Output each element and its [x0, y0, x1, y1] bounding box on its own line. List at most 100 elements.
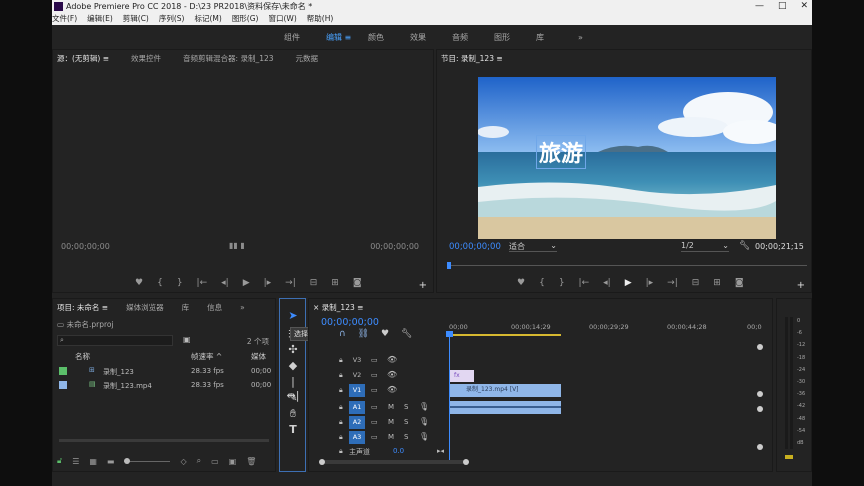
- find-icon[interactable]: ⌕: [197, 456, 201, 466]
- go-to-end-icon[interactable]: ▸◂: [437, 447, 444, 455]
- step-forward-icon[interactable]: |▸: [264, 278, 272, 288]
- mark-in-icon[interactable]: {: [157, 278, 163, 288]
- menu-window[interactable]: 窗口(W): [268, 13, 296, 25]
- add-marker-icon[interactable]: ♥: [381, 329, 389, 339]
- freeform-view-icon[interactable]: ▬: [107, 457, 115, 466]
- menu-marker[interactable]: 标记(M): [194, 13, 221, 25]
- workspace-audio[interactable]: 音频: [452, 32, 494, 43]
- mark-out-icon[interactable]: }: [177, 278, 183, 288]
- tab-effect-controls[interactable]: 效果控件: [131, 53, 161, 64]
- workspace-more-button[interactable]: »: [578, 33, 620, 42]
- export-frame-icon[interactable]: ◙: [353, 278, 362, 288]
- tab-info[interactable]: 信息: [207, 302, 222, 313]
- timeline-scrollbar[interactable]: [319, 459, 469, 465]
- col-name[interactable]: 名称: [75, 351, 90, 362]
- scroll-handle[interactable]: [463, 459, 469, 465]
- ripple-edit-tool-icon[interactable]: ✣: [286, 343, 300, 357]
- meter-solo-indicator[interactable]: [785, 455, 793, 459]
- extract-icon[interactable]: ⊞: [713, 278, 721, 288]
- col-fps[interactable]: 帧速率 ^: [191, 351, 222, 362]
- track-label[interactable]: V1: [349, 384, 365, 397]
- new-item-icon[interactable]: ▣: [229, 457, 237, 466]
- sync-lock-icon[interactable]: ▭: [371, 433, 378, 441]
- new-bin-footer-icon[interactable]: ▭: [211, 457, 219, 466]
- lock-track-icon[interactable]: 🔒︎: [339, 386, 343, 395]
- tab-libraries[interactable]: 库: [182, 302, 190, 313]
- razor-tool-icon[interactable]: ◆: [286, 359, 300, 373]
- timeline-timecode[interactable]: 00;00;00;00: [321, 317, 379, 328]
- menu-graphics[interactable]: 图形(G): [232, 13, 259, 25]
- workspace-graphics[interactable]: 图形: [494, 32, 536, 43]
- mute-button[interactable]: M: [388, 403, 394, 411]
- microphone-icon[interactable]: 🎙︎: [419, 417, 429, 426]
- microphone-icon[interactable]: 🎙︎: [419, 432, 429, 441]
- tab-audio-mixer[interactable]: 音频剪辑混合器: 录制_123: [183, 53, 273, 64]
- sync-lock-icon[interactable]: ▭: [371, 403, 378, 411]
- workspace-editing[interactable]: 编辑 ≡: [326, 32, 368, 43]
- workspace-assembly[interactable]: 组件: [284, 32, 326, 43]
- more-tabs-icon[interactable]: »: [240, 303, 245, 312]
- go-to-out-icon[interactable]: →|: [285, 278, 296, 288]
- lock-track-icon[interactable]: 🔒︎: [339, 447, 343, 456]
- close-button[interactable]: ✕: [800, 0, 808, 13]
- lock-track-icon[interactable]: 🔒︎: [339, 371, 343, 380]
- workspace-libraries[interactable]: 库: [536, 32, 578, 43]
- source-add-button-icon[interactable]: +: [419, 280, 427, 291]
- resolution-dropdown[interactable]: 1/2 ⌄: [681, 241, 729, 252]
- step-back-icon[interactable]: ◂|: [221, 278, 229, 288]
- scroll-handle[interactable]: [757, 391, 763, 397]
- program-video-frame[interactable]: 旅游: [478, 77, 776, 239]
- scroll-handle[interactable]: [757, 406, 763, 412]
- export-frame-icon[interactable]: ◙: [735, 278, 744, 288]
- workspace-color[interactable]: 颜色: [368, 32, 410, 43]
- project-scrollbar[interactable]: [59, 439, 269, 442]
- project-row[interactable]: ⊞ 录制_123 28.33 fps 00;00: [53, 365, 275, 378]
- scroll-handle[interactable]: [757, 344, 763, 350]
- new-bin-icon[interactable]: ▣: [183, 335, 191, 344]
- step-back-icon[interactable]: ◂|: [603, 278, 611, 288]
- source-timecode[interactable]: 00;00;00;00: [61, 242, 110, 251]
- zoom-slider[interactable]: [124, 457, 171, 464]
- mute-button[interactable]: M: [388, 433, 394, 441]
- eye-icon[interactable]: 👁︎: [387, 370, 397, 379]
- add-marker-icon[interactable]: ♥: [135, 278, 143, 288]
- go-to-in-icon[interactable]: |←: [197, 278, 208, 288]
- snap-icon[interactable]: ∩: [339, 329, 346, 339]
- tab-program[interactable]: 节目: 录制_123 ≡: [441, 53, 503, 64]
- sort-icon[interactable]: ◇: [180, 457, 186, 466]
- audio-clip[interactable]: [450, 401, 561, 414]
- list-view-icon[interactable]: ☰: [72, 457, 79, 466]
- go-to-out-icon[interactable]: →|: [667, 278, 678, 288]
- tab-source[interactable]: 源：(无剪辑) ≡: [57, 53, 109, 64]
- program-timecode[interactable]: 00;00;00;00: [449, 242, 501, 252]
- insert-icon[interactable]: ⊟: [310, 278, 318, 288]
- track-label[interactable]: V2: [349, 369, 365, 382]
- solo-button[interactable]: S: [404, 403, 408, 411]
- icon-view-icon[interactable]: ▦: [89, 457, 97, 466]
- track-label[interactable]: V3: [349, 354, 365, 367]
- lift-icon[interactable]: ⊟: [692, 278, 700, 288]
- add-marker-icon[interactable]: ♥: [517, 278, 525, 288]
- scroll-handle[interactable]: [319, 459, 325, 465]
- project-search-input[interactable]: ⌕: [57, 335, 173, 346]
- slip-tool-icon[interactable]: |↔|: [286, 375, 300, 402]
- minimize-button[interactable]: —: [755, 0, 764, 13]
- title-clip[interactable]: fx: [450, 370, 474, 382]
- lock-icon[interactable]: 🔓︎: [57, 456, 62, 466]
- project-row[interactable]: ▤ 录制_123.mp4 28.33 fps 00;00: [53, 379, 275, 392]
- selection-tool-icon[interactable]: ➤: [286, 309, 300, 323]
- playhead-marker[interactable]: [447, 262, 451, 269]
- work-area-bar[interactable]: [449, 334, 561, 336]
- play-icon[interactable]: ▶: [243, 278, 250, 288]
- menu-edit[interactable]: 编辑(E): [87, 13, 113, 25]
- timeline-settings-icon[interactable]: 🔧︎: [401, 329, 412, 339]
- track-label[interactable]: A2: [349, 416, 365, 429]
- title-text-overlay[interactable]: 旅游: [536, 135, 587, 169]
- menu-file[interactable]: 文件(F): [52, 13, 77, 25]
- eye-icon[interactable]: 👁︎: [387, 355, 397, 364]
- overwrite-icon[interactable]: ⊞: [331, 278, 339, 288]
- mute-button[interactable]: M: [388, 418, 394, 426]
- mark-out-icon[interactable]: }: [559, 278, 565, 288]
- play-icon[interactable]: ▶: [625, 278, 632, 288]
- step-forward-icon[interactable]: |▸: [646, 278, 654, 288]
